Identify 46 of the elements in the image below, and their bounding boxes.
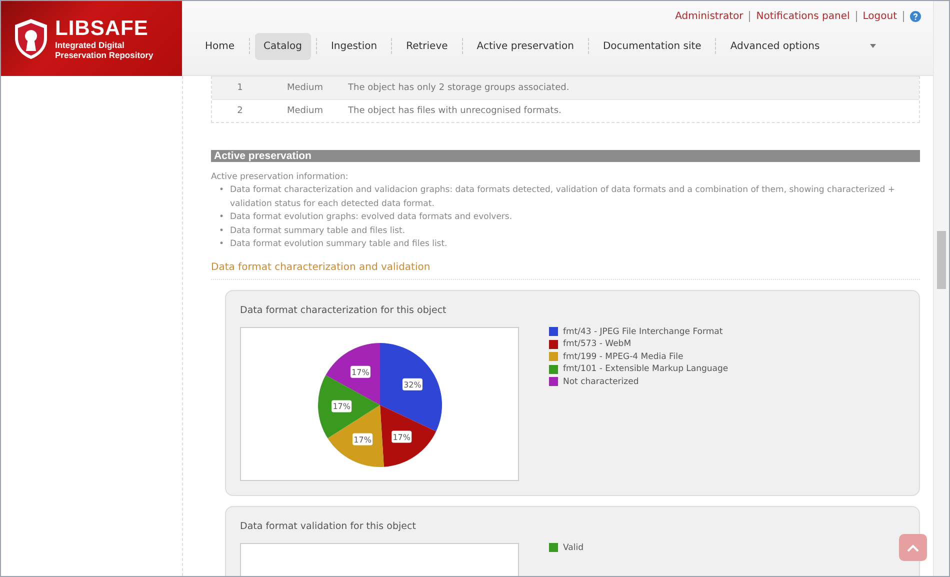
legend-label: Valid [563, 542, 584, 552]
header-link[interactable]: Administrator [675, 10, 744, 22]
slice-label: 17% [352, 432, 373, 445]
bullet-item: Data format evolution graphs: evolved data formats and evolvers. [230, 211, 512, 224]
scrollbar[interactable] [933, 1, 949, 576]
subheading: Data format characterization and validation [211, 262, 920, 280]
nav-tab[interactable]: Ingestion [322, 32, 386, 60]
scrollbar-thumb[interactable] [937, 231, 946, 289]
card-title: Data format characterization for this object [240, 304, 448, 316]
card-title: Data format validation for this object [240, 520, 417, 532]
slice-label: 17% [392, 430, 412, 442]
table-cell-text: Medium [286, 83, 324, 93]
nav-tab[interactable]: Active preservation [468, 32, 583, 60]
table-cell-text: The object has files with unrecognised formats. [347, 106, 562, 116]
bullet-marker: • [219, 238, 224, 251]
table-cell-text: The object has only 2 storage groups associated. [347, 83, 570, 93]
bullet-item: Data format characterization and validacion graphs: data formats detected, validation of data formats and a combination of them, showing characterized + validation status for each detected data format. [230, 184, 896, 210]
legend-label: fmt/573 - WebM [563, 339, 632, 349]
table-cell-text: Medium [286, 106, 324, 116]
legend-label: fmt/199 - MPEG-4 Media File [563, 352, 684, 362]
chevron-up-icon [907, 544, 919, 552]
slice-label: 17% [332, 400, 352, 412]
bullet-marker: • [219, 184, 224, 197]
legend-label: fmt/43 - JPEG File Interchange Format [563, 326, 723, 336]
legend-label: Not characterized [563, 376, 639, 386]
bullet-marker: • [219, 211, 224, 224]
nav-tab[interactable]: Advanced options [721, 32, 885, 60]
header-link[interactable]: Notifications panel [756, 10, 850, 22]
logo-name: LIBSAFE [55, 18, 150, 40]
bullet-marker: • [219, 224, 224, 238]
header-link[interactable]: Logout [862, 10, 897, 22]
scroll-top-button[interactable] [899, 534, 927, 561]
table-cell-text: 2 [236, 106, 244, 116]
table-cell-text: 1 [236, 83, 244, 93]
logo-subtitle: Integrated Digital Preservation Repository [55, 40, 154, 60]
help-icon[interactable] [910, 10, 921, 22]
nav-tab[interactable]: Retrieve [397, 32, 457, 60]
intro-text: Active preservation information: [211, 172, 350, 182]
section-header: Active preservation [211, 150, 920, 162]
bullet-item: Data format evolution summary table and files list. [230, 238, 448, 251]
shield-keyhole-icon [13, 18, 49, 60]
legend-label: fmt/101 - Extensible Markup Language [563, 364, 728, 374]
nav-tab[interactable]: Documentation site [594, 32, 710, 60]
nav-tab[interactable]: Home [196, 32, 244, 60]
bullet-item: Data format summary table and files list. [230, 224, 406, 238]
nav-tab[interactable]: Catalog [254, 32, 311, 60]
